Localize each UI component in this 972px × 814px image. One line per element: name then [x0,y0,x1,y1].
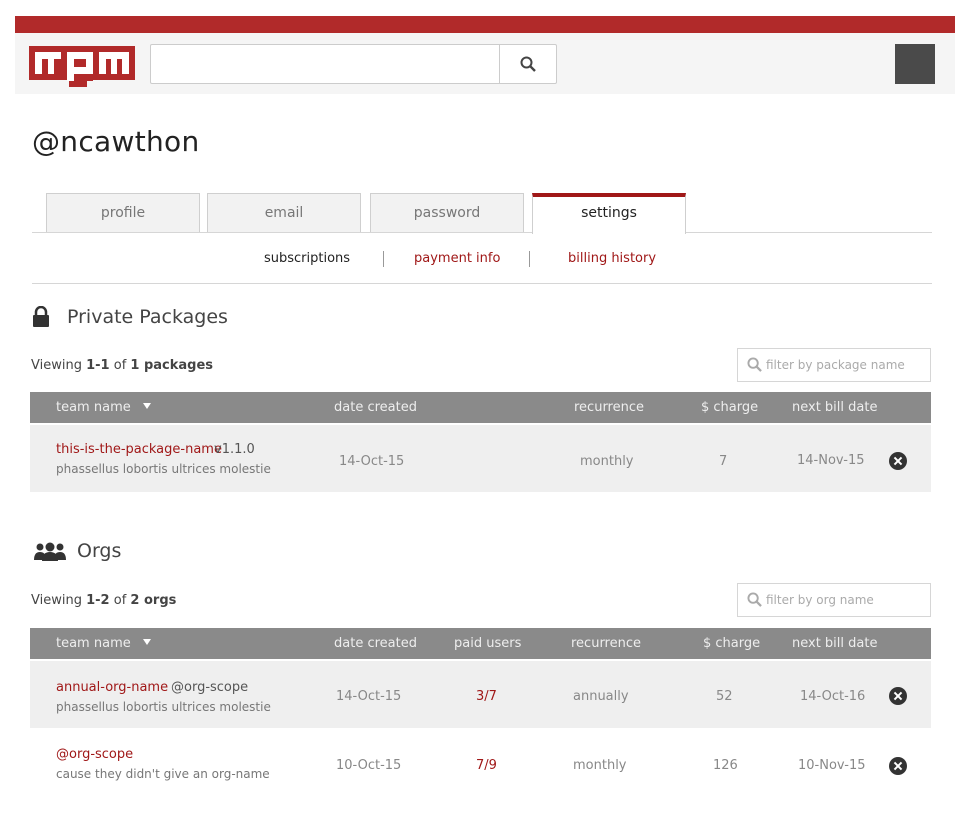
search-icon [747,357,762,372]
tab-settings[interactable]: settings [532,193,686,234]
paid-users-link[interactable]: 3/7 [476,689,497,704]
subnav-divider [529,251,530,267]
orgs-table-header: team name date created paid users recurr… [30,628,931,659]
search-icon [520,56,536,72]
charge: 52 [716,689,733,704]
search-box [150,44,557,84]
col-next-bill-date[interactable]: next bill date [792,400,877,415]
viewing-range: 1-2 [86,593,110,608]
col-date-created[interactable]: date created [334,400,417,415]
subnav-divider-line [32,283,932,284]
viewing-prefix: Viewing [31,593,82,608]
viewing-of: of [113,358,127,373]
site-header [15,33,955,94]
viewing-range: 1-1 [86,358,110,373]
viewing-total: 2 orgs [130,593,177,608]
tabs-divider [32,232,932,233]
org-name-link[interactable]: @org-scope [56,747,133,762]
col-team-name[interactable]: team name [56,636,151,651]
recurrence: monthly [573,758,627,773]
tab-profile[interactable]: profile [46,193,200,233]
tab-email[interactable]: email [207,193,361,233]
package-name-link[interactable]: this-is-the-package-name [56,442,222,457]
page-title: @ncawthon [32,125,200,158]
package-filter [737,348,931,382]
org-scope: @org-scope [171,680,249,695]
package-filter-input[interactable] [766,349,926,381]
lock-icon [33,306,49,327]
col-paid-users[interactable]: paid users [454,636,521,651]
next-bill-date: 14-Oct-16 [800,689,866,704]
npm-logo[interactable] [29,46,135,87]
sort-caret-icon [142,639,151,645]
viewing-prefix: Viewing [31,358,82,373]
package-version: v1.1.0 [214,442,255,457]
viewing-of: of [113,593,127,608]
table-row: annual-org-name @org-scope phassellus lo… [30,661,931,728]
col-team-name[interactable]: team name [56,400,151,415]
col-date-created[interactable]: date created [334,636,417,651]
search-input[interactable] [151,45,499,83]
user-avatar[interactable] [895,44,935,84]
col-charge[interactable]: $ charge [701,400,758,415]
subnav-billing-history[interactable]: billing history [568,251,656,266]
table-row: @org-scope cause they didn't give an org… [30,731,931,798]
paid-users-link[interactable]: 7/9 [476,758,497,773]
subnav-divider [383,251,384,267]
col-next-bill-date[interactable]: next bill date [792,636,877,651]
package-description: phassellus lobortis ultrices molestie [56,462,271,476]
sort-caret-icon [142,403,151,409]
org-description: cause they didn't give an org-name [56,767,270,781]
subnav-payment-info[interactable]: payment info [414,251,500,266]
brand-top-bar [15,16,955,33]
tab-password[interactable]: password [370,193,524,233]
remove-org-button[interactable] [889,687,907,705]
search-icon [747,592,762,607]
col-label: team name [56,400,131,415]
recurrence: annually [573,689,629,704]
next-bill-date: 14-Nov-15 [797,453,865,468]
table-row: this-is-the-package-name v1.1.0 phassell… [30,425,931,492]
charge: 126 [713,758,738,773]
org-name-link[interactable]: annual-org-name [56,680,168,695]
next-bill-date: 10-Nov-15 [798,758,866,773]
date-created: 14-Oct-15 [336,689,402,704]
recurrence: monthly [580,454,634,469]
packages-viewing-count: Viewing 1-1 of 1 packages [31,358,213,373]
org-description: phassellus lobortis ultrices molestie [56,700,271,714]
search-button[interactable] [499,45,556,83]
packages-table-header: team name date created recurrence $ char… [30,392,931,423]
private-packages-title: Private Packages [67,306,228,328]
col-recurrence[interactable]: recurrence [571,636,641,651]
orgs-viewing-count: Viewing 1-2 of 2 orgs [31,593,176,608]
col-label: team name [56,636,131,651]
people-icon [34,542,66,561]
date-created: 10-Oct-15 [336,758,402,773]
org-filter-input[interactable] [766,584,926,616]
subnav-subscriptions[interactable]: subscriptions [264,251,350,266]
col-recurrence[interactable]: recurrence [574,400,644,415]
remove-package-button[interactable] [889,452,907,470]
col-charge[interactable]: $ charge [703,636,760,651]
org-filter [737,583,931,617]
orgs-title: Orgs [77,540,122,562]
viewing-total: 1 packages [130,358,214,373]
charge: 7 [719,454,728,469]
date-created: 14-Oct-15 [339,454,405,469]
remove-org-button[interactable] [889,757,907,775]
